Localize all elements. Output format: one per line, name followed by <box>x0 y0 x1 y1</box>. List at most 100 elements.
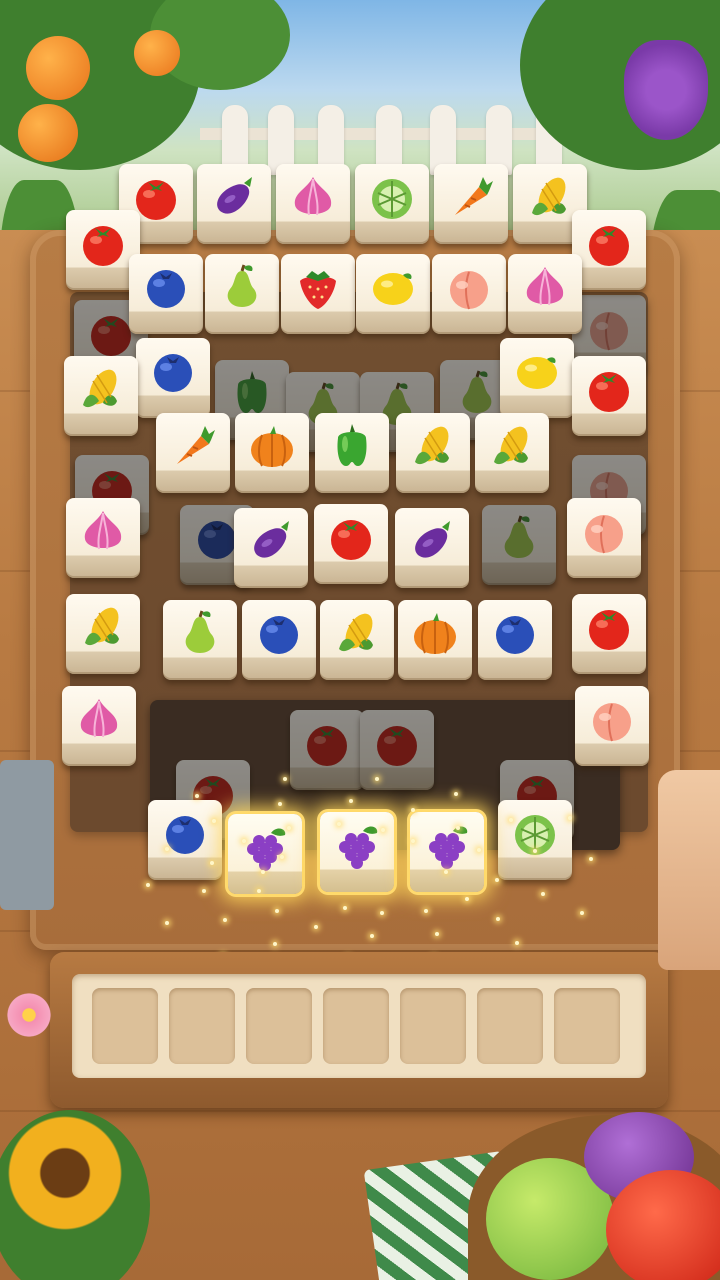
tomato-icon <box>589 609 629 650</box>
tray-slot-3[interactable] <box>246 988 312 1064</box>
sparkle-effect <box>532 849 537 854</box>
sparkle-effect <box>568 815 573 820</box>
tray-slot-5[interactable] <box>400 988 466 1064</box>
eggplant-icon <box>254 520 289 558</box>
lemon-icon <box>373 272 413 305</box>
sparkle-effect <box>434 931 439 936</box>
pear-icon <box>185 610 215 653</box>
onion-icon <box>294 176 332 215</box>
strawberry-icon <box>300 270 336 309</box>
tile-pear <box>482 505 556 585</box>
tile-corn[interactable] <box>64 356 138 436</box>
tomato-icon <box>331 519 371 560</box>
tile-corn[interactable] <box>66 594 140 674</box>
tile-onion[interactable] <box>66 498 140 578</box>
tile-tomato <box>290 710 364 790</box>
tomato-icon <box>589 371 629 412</box>
onion-icon <box>526 266 564 305</box>
tile-eggplant[interactable] <box>395 508 469 588</box>
tile-lemon[interactable] <box>356 254 430 334</box>
blueberry-icon <box>154 353 192 392</box>
orange-fruit-decoration <box>134 30 180 76</box>
pink-flower-decoration <box>4 990 54 1040</box>
tile-lemon[interactable] <box>500 338 574 418</box>
corn-icon <box>85 607 119 645</box>
tile-blueberry[interactable] <box>129 254 203 334</box>
sparkle-effect <box>241 839 246 844</box>
sparkle-effect <box>444 870 448 874</box>
pear-icon <box>227 264 257 307</box>
orange-fruit-decoration <box>18 104 78 162</box>
corn-icon <box>532 177 566 215</box>
tile-tray <box>50 952 668 1108</box>
tile-tomato[interactable] <box>572 356 646 436</box>
grapes-icon <box>429 826 468 869</box>
tile-eggplant[interactable] <box>234 508 308 588</box>
tile-blueberry[interactable] <box>136 338 210 418</box>
tile-cabbage[interactable] <box>498 800 572 880</box>
matched-tile-grapes[interactable] <box>228 814 302 894</box>
sparkle-effect <box>455 826 460 831</box>
blueberry-icon <box>166 815 204 854</box>
onion-icon <box>84 510 122 549</box>
tile-blueberry[interactable] <box>148 800 222 880</box>
tomato-icon <box>83 225 123 266</box>
grape-bunch-decoration <box>624 40 708 140</box>
tile-strawberry[interactable] <box>281 254 355 334</box>
game-scene <box>0 0 720 1280</box>
tile-corn[interactable] <box>475 413 549 493</box>
tile-tomato[interactable] <box>572 210 646 290</box>
onion-icon <box>80 698 118 737</box>
tile-eggplant[interactable] <box>197 164 271 244</box>
tile-pumpkin[interactable] <box>398 600 472 680</box>
corn-icon <box>415 426 449 464</box>
tile-cabbage[interactable] <box>355 164 429 244</box>
tile-corn[interactable] <box>320 600 394 680</box>
blueberry-icon <box>147 269 185 308</box>
tile-pear[interactable] <box>163 600 237 680</box>
tile-peach[interactable] <box>432 254 506 334</box>
sparkle-effect <box>494 877 499 882</box>
tile-carrot[interactable] <box>156 413 230 493</box>
eggplant-icon <box>217 176 252 214</box>
sparkle-effect <box>342 905 347 910</box>
peach-icon <box>590 311 628 351</box>
metal-pot-decoration <box>0 760 54 910</box>
peach-icon <box>450 270 488 310</box>
blueberry-icon <box>496 615 534 654</box>
grapes-icon <box>247 828 286 871</box>
tile-peach[interactable] <box>567 498 641 578</box>
tray-slot-4[interactable] <box>323 988 389 1064</box>
tile-onion[interactable] <box>276 164 350 244</box>
sparkle-effect <box>164 846 169 851</box>
matched-tile-grapes[interactable] <box>410 812 484 892</box>
tile-onion[interactable] <box>508 254 582 334</box>
matched-tile-grapes[interactable] <box>320 812 394 892</box>
tray-slot-7[interactable] <box>554 988 620 1064</box>
tile-tomato[interactable] <box>572 594 646 674</box>
cabbage-icon <box>372 178 412 219</box>
tile-onion[interactable] <box>62 686 136 766</box>
tray-slot-2[interactable] <box>169 988 235 1064</box>
sparkle-effect <box>423 908 428 913</box>
sparkle-effect <box>579 910 584 915</box>
tile-tomato[interactable] <box>314 504 388 584</box>
pepper-icon <box>337 423 367 466</box>
tray-slot-6[interactable] <box>477 988 543 1064</box>
tile-carrot[interactable] <box>434 164 508 244</box>
tile-pepper[interactable] <box>315 413 389 493</box>
lemon-icon <box>517 356 557 389</box>
sunflower-decoration <box>0 1108 130 1238</box>
pear-icon <box>504 515 534 558</box>
tray-slot-1[interactable] <box>92 988 158 1064</box>
sparkle-effect <box>410 839 415 844</box>
sparkle-effect <box>588 856 593 861</box>
tile-blueberry[interactable] <box>242 600 316 680</box>
sparkle-effect <box>380 827 385 832</box>
tile-corn[interactable] <box>396 413 470 493</box>
tile-pumpkin[interactable] <box>235 413 309 493</box>
tile-pear[interactable] <box>205 254 279 334</box>
sparkle-effect <box>540 891 545 896</box>
tile-blueberry[interactable] <box>478 600 552 680</box>
tile-peach[interactable] <box>575 686 649 766</box>
